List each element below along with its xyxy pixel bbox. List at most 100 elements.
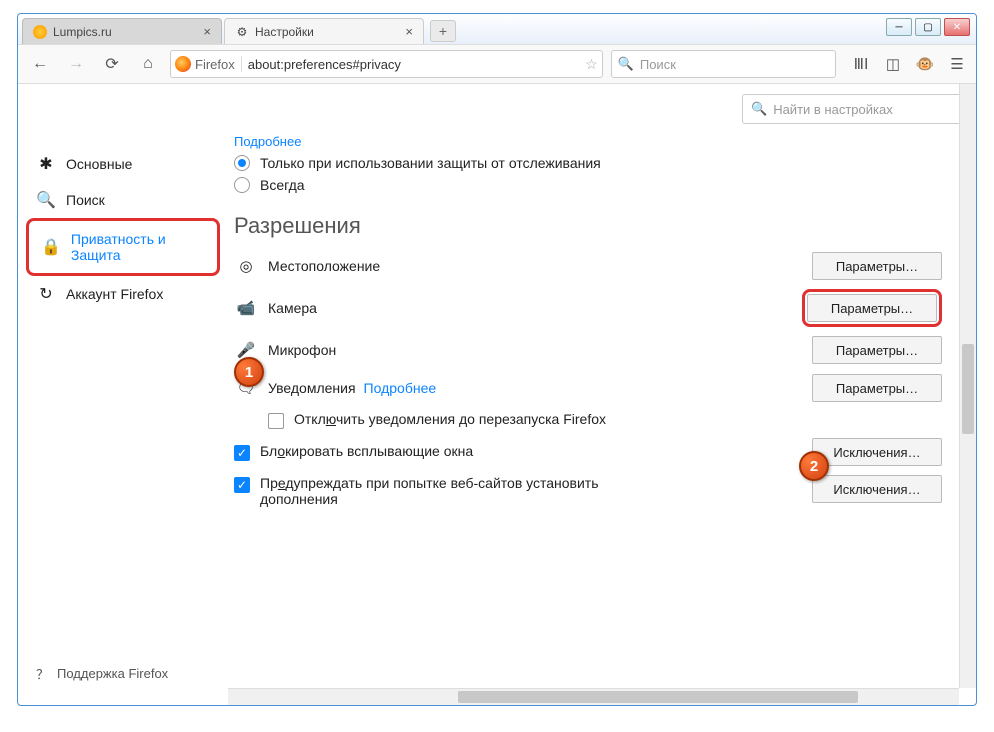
browser-window: Lumpics.ru × ⚙ Настройки × + ─ ▢ ✕ ← → ⟳… [17,13,977,706]
support-label: Поддержка Firefox [57,666,168,681]
gear-icon: ⚙ [235,25,249,39]
sidebar-icon[interactable]: ◫ [882,53,904,75]
identity-label: Firefox [195,57,235,72]
search-icon: 🔍 [618,56,634,72]
reload-button[interactable]: ⟳ [98,50,126,78]
camera-settings-button[interactable]: Параметры… [807,294,937,322]
notifications-settings-button[interactable]: Параметры… [812,374,942,402]
settings-search-input[interactable]: 🔍 Найти в настройках [742,94,962,124]
horizontal-scrollbar[interactable] [228,688,959,705]
radio-label: Только при использовании защиты от отсле… [260,155,601,171]
maximize-button[interactable]: ▢ [915,18,941,36]
close-button[interactable]: ✕ [944,18,970,36]
sidebar-item-label: Приватность и Защита [71,231,205,263]
sidebar-item-search[interactable]: 🔍 Поиск [26,182,220,218]
search-icon: 🔍 [751,101,767,117]
sidebar-item-account[interactable]: ↻ Аккаунт Firefox [26,276,220,312]
toolbar: ← → ⟳ ⌂ Firefox about:preferences#privac… [18,44,976,84]
tab-strip: Lumpics.ru × ⚙ Настройки × + [22,14,456,44]
check-warn-addons[interactable]: ✓ Предупреждать при попытке веб-сайтов у… [234,475,812,507]
new-tab-button[interactable]: + [430,20,456,42]
tab-close-icon[interactable]: × [405,24,413,39]
lock-icon: 🔒 [41,237,61,257]
perm-row-camera: 📹 Камера Параметры… [234,289,942,327]
identity-box[interactable]: Firefox [175,56,242,72]
bookmark-star-icon[interactable]: ☆ [585,56,598,73]
menu-icon[interactable]: ☰ [946,53,968,75]
perm-label: Микрофон [268,342,812,358]
library-icon[interactable]: ⅢⅠ [850,53,872,75]
camera-icon: 📹 [234,299,258,317]
search-bar[interactable]: 🔍 Поиск [611,50,836,78]
perm-label: Местоположение [268,258,812,274]
sidebar-item-label: Аккаунт Firefox [66,286,163,302]
checkbox-label: Блокировать всплывающие окна [260,443,473,459]
sidebar-item-label: Поиск [66,192,105,208]
addons-exceptions-button[interactable]: Исключения… [812,475,942,503]
help-icon: ？ [36,664,49,683]
checkbox-label: Отключить уведомления до перезапуска Fir… [294,411,606,427]
checkbox-checked-icon: ✓ [234,477,250,493]
tracking-option-1[interactable]: Только при использовании защиты от отсле… [234,155,942,171]
perm-label: Камера [268,300,802,316]
radio-icon [234,177,250,193]
titlebar: Lumpics.ru × ⚙ Настройки × + ─ ▢ ✕ [18,14,976,44]
back-button[interactable]: ← [26,50,54,78]
check-warn-addons-row: ✓ Предупреждать при попытке веб-сайтов у… [234,475,942,507]
monkey-icon[interactable]: 🐵 [914,53,936,75]
lumpics-favicon [33,25,47,39]
sidebar-item-privacy[interactable]: 🔒 Приватность и Защита [31,223,215,271]
forward-button[interactable]: → [62,50,90,78]
scrollbar-thumb[interactable] [962,344,974,434]
url-text: about:preferences#privacy [248,57,579,72]
tab-title: Lumpics.ru [53,25,112,39]
url-bar[interactable]: Firefox about:preferences#privacy ☆ [170,50,603,78]
settings-main: 🔍 Найти в настройках Подробнее Только пр… [228,84,976,705]
tracking-more-link[interactable]: Подробнее [234,134,942,149]
annotation-badge-1: 1 [234,357,264,387]
annotation-badge-2: 2 [799,451,829,481]
search-placeholder: Найти в настройках [773,102,893,117]
perm-label: Уведомления Подробнее [268,380,812,396]
perm-row-notifications: 🗨 Уведомления Подробнее Параметры… [234,373,942,403]
tab-settings[interactable]: ⚙ Настройки × [224,18,424,44]
checkbox-icon [268,413,284,429]
tracking-option-2[interactable]: Всегда [234,177,942,193]
content-area: ✱ Основные 🔍 Поиск 🔒 Приватность и Защит… [18,84,976,705]
scrollbar-thumb[interactable] [458,691,858,703]
microphone-settings-button[interactable]: Параметры… [812,336,942,364]
tab-lumpics[interactable]: Lumpics.ru × [22,18,222,44]
home-button[interactable]: ⌂ [134,50,162,78]
notifications-more-link[interactable]: Подробнее [364,380,437,396]
radio-checked-icon [234,155,250,171]
sync-icon: ↻ [36,284,56,304]
highlight-box-2: Параметры… [802,289,942,327]
search-placeholder: Поиск [640,57,676,72]
sidebar-item-label: Основные [66,156,132,172]
checkbox-label: Предупреждать при попытке веб-сайтов уст… [260,475,640,507]
location-settings-button[interactable]: Параметры… [812,252,942,280]
window-controls: ─ ▢ ✕ [886,18,970,36]
popup-exceptions-button[interactable]: Исключения… [812,438,942,466]
permissions-title: Разрешения [234,213,942,239]
search-icon: 🔍 [36,190,56,210]
location-icon: ◎ [234,257,258,275]
check-disable-notifications[interactable]: Отключить уведомления до перезапуска Fir… [268,411,942,429]
perm-row-location: ◎ Местоположение Параметры… [234,251,942,281]
tab-close-icon[interactable]: × [203,24,211,39]
sidebar-support[interactable]: ？ Поддержка Firefox [26,656,220,691]
highlight-box-1: 🔒 Приватность и Защита [26,218,220,276]
check-block-popups-row: ✓ Блокировать всплывающие окна Исключени… [234,437,942,467]
check-block-popups[interactable]: ✓ Блокировать всплывающие окна [234,443,812,461]
main-scroll: Подробнее Только при использовании защит… [228,134,962,695]
vertical-scrollbar[interactable] [959,84,976,688]
checkbox-checked-icon: ✓ [234,445,250,461]
perm-row-microphone: 🎤 Микрофон Параметры… [234,335,942,365]
minimize-button[interactable]: ─ [886,18,912,36]
firefox-icon [175,56,191,72]
gear-icon: ✱ [36,154,56,174]
radio-label: Всегда [260,177,305,193]
tab-title: Настройки [255,25,314,39]
settings-search-wrap: 🔍 Найти в настройках [228,94,962,124]
sidebar-item-general[interactable]: ✱ Основные [26,146,220,182]
